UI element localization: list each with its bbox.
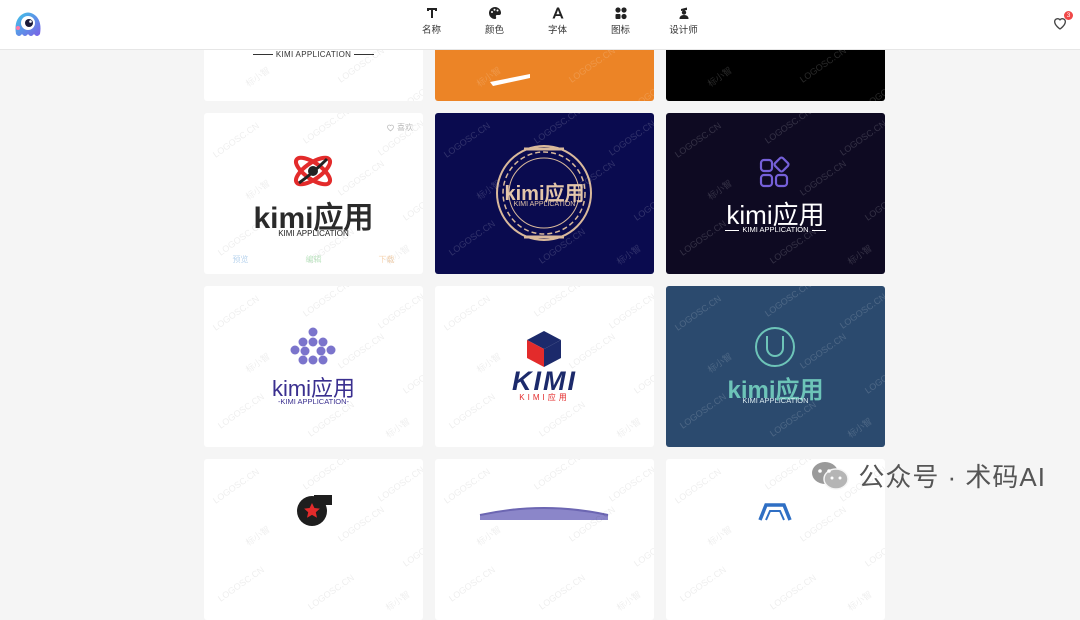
logo-subtitle: KIMI APPLICATION bbox=[742, 225, 809, 234]
preview-button[interactable]: 预览 bbox=[233, 254, 249, 265]
watermark-text: 标小智 bbox=[243, 65, 272, 89]
text-t-icon bbox=[426, 8, 437, 18]
watermark-text: LOGOSC.CN bbox=[863, 70, 885, 101]
download-button[interactable]: 下载 bbox=[379, 254, 395, 265]
nav-label: 字体 bbox=[547, 25, 567, 36]
logo-card[interactable]: KIMI KIMI应用 LOGOSC.CN LOGOSC.CN LOGOSC.CN 标… bbox=[435, 286, 654, 447]
font-a-icon bbox=[552, 7, 563, 19]
logo-card[interactable]: LOGOSC.CNLOGOSC.CNLOGOSC.CN标小智LOGOSC.CNL… bbox=[204, 459, 423, 620]
logo-subtitle: KIMI APPLICATION bbox=[513, 201, 576, 208]
nav-item-font[interactable]: 字体 bbox=[526, 6, 589, 44]
watermark-text: LOGOSC.CN bbox=[401, 70, 423, 101]
favorites-count-badge: 3 bbox=[1064, 11, 1073, 20]
logo-card[interactable]: kimi应用 KIMI APPLICATION LOGOSC.CN LOGOSC.… bbox=[435, 113, 654, 274]
wechat-account-text: 公众号 · 术码AI bbox=[858, 462, 1046, 492]
nav-item-color[interactable]: 颜色 bbox=[463, 6, 526, 44]
logo-card[interactable]: kimi应用 KIMI APPLICATION LOGOSC.CN LOGOSC.… bbox=[666, 113, 885, 274]
dots-logo-icon bbox=[290, 327, 336, 365]
logo-subtitle: KIMI APPLICATION bbox=[742, 396, 809, 405]
edit-button[interactable]: 编辑 bbox=[306, 254, 322, 265]
logo-card[interactable]: 喜欢 kimi应用 KIMI APPLICATION 预览 编辑 下载 LOGO… bbox=[204, 113, 423, 274]
logo-subtitle: KIMI APPLICATION bbox=[275, 50, 352, 59]
logo-card[interactable]: kimi应用 -KIMI APPLICATION- LOGOSC.CN LOGOS… bbox=[204, 286, 423, 447]
logo-subtitle: -KIMI APPLICATION- bbox=[277, 397, 350, 406]
top-bar: 名称 颜色 字体 图标 设计师 3 bbox=[0, 0, 1080, 50]
star-badge-logo-icon bbox=[297, 495, 332, 526]
app-grid-logo-icon bbox=[759, 156, 790, 188]
nav-item-designer[interactable]: 设计师 bbox=[652, 6, 715, 44]
banner-logo-icon bbox=[479, 507, 609, 520]
card-actions: 预览 编辑 下载 bbox=[204, 254, 423, 265]
shapes-icon bbox=[614, 7, 627, 20]
nav-item-name[interactable]: 名称 bbox=[400, 6, 463, 44]
logo-card[interactable]: LOGOSC.CNLOGOSC.CNLOGOSC.CN标小智LOGOSC.CNL… bbox=[435, 459, 654, 620]
palette-icon bbox=[488, 7, 501, 19]
logo-subtitle: KIMI APPLICATION bbox=[278, 229, 349, 238]
nav-label: 颜色 bbox=[484, 25, 504, 36]
ring-u-logo-icon bbox=[755, 327, 795, 367]
favorites-button[interactable]: 3 bbox=[1052, 11, 1073, 33]
logo-card[interactable]: kimi应用 KIMI APPLICATION LOGOSC.CN LOGOSC.… bbox=[666, 286, 885, 447]
designer-icon bbox=[679, 7, 688, 19]
filter-nav: 名称 颜色 字体 图标 设计师 bbox=[400, 6, 715, 44]
logo-grid: KIMI APPLICATION LOGOSC.CNLOGOSC.CNLOGOS… bbox=[0, 0, 1080, 620]
nav-label: 图标 bbox=[610, 25, 630, 36]
watermark-text: LOGOSC.CN bbox=[798, 45, 848, 85]
nav-label: 名称 bbox=[421, 25, 441, 36]
logo-subtitle: KIMI应用 bbox=[519, 393, 570, 402]
brand-logo-icon[interactable] bbox=[12, 8, 44, 40]
nav-item-icon[interactable]: 图标 bbox=[589, 6, 652, 44]
nav-label: 设计师 bbox=[669, 25, 698, 36]
wechat-watermark: 公众号 · 术码AI bbox=[810, 457, 1046, 494]
wechat-icon bbox=[812, 461, 850, 490]
watermark-text: 标小智 bbox=[705, 65, 734, 89]
